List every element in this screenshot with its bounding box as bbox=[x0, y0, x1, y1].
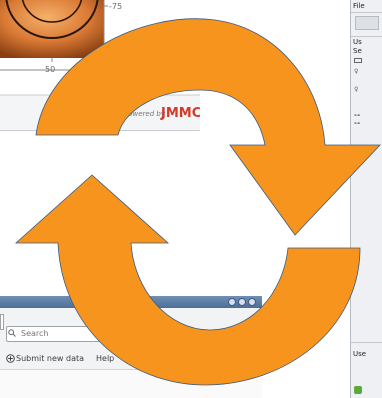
search-input[interactable]: Search bbox=[6, 326, 116, 342]
y-tick-label: -75 bbox=[109, 2, 122, 11]
plot-panel: -75 50 Powered by JMMC bbox=[0, 0, 200, 130]
section-label: Us bbox=[353, 38, 362, 46]
submit-new-data-link[interactable]: Submit new data bbox=[16, 354, 84, 363]
toolbar-area bbox=[355, 16, 379, 30]
minimize-button[interactable] bbox=[228, 298, 236, 306]
user-section-label: Use bbox=[353, 350, 367, 358]
left-panel bbox=[0, 130, 200, 300]
bottom-application-window: Search Submit new data Help bbox=[0, 296, 262, 398]
window-titlebar[interactable] bbox=[0, 296, 262, 308]
close-button[interactable] bbox=[248, 298, 256, 306]
window-toolbar: Search Submit new data Help bbox=[0, 308, 262, 370]
submit-icon bbox=[6, 354, 15, 363]
jmmc-logo: JMMC bbox=[160, 106, 200, 121]
tree-node-icon: ♀ bbox=[354, 86, 359, 93]
tree-leaf-icon: ⊶ bbox=[354, 120, 360, 127]
window-content bbox=[0, 370, 262, 398]
tree-leaf-icon: ⊶ bbox=[354, 112, 360, 119]
maximize-button[interactable] bbox=[238, 298, 246, 306]
plot-image bbox=[0, 0, 104, 58]
powered-by-label: Powered by bbox=[124, 110, 166, 118]
tree-icon bbox=[354, 58, 362, 63]
menu-file[interactable]: File bbox=[353, 2, 365, 10]
tree-node-icon: ♀ bbox=[354, 68, 359, 75]
search-icon bbox=[8, 329, 16, 337]
x-tick-label: 50 bbox=[45, 65, 55, 74]
plot-svg: -75 50 Powered by JMMC bbox=[0, 0, 200, 130]
status-icon bbox=[354, 386, 362, 394]
help-link[interactable]: Help bbox=[96, 354, 114, 363]
sub-section-label: Se bbox=[353, 47, 362, 55]
right-application-window: File Us Se ♀ ♀ ⊶ ⊶ Use bbox=[350, 0, 382, 398]
